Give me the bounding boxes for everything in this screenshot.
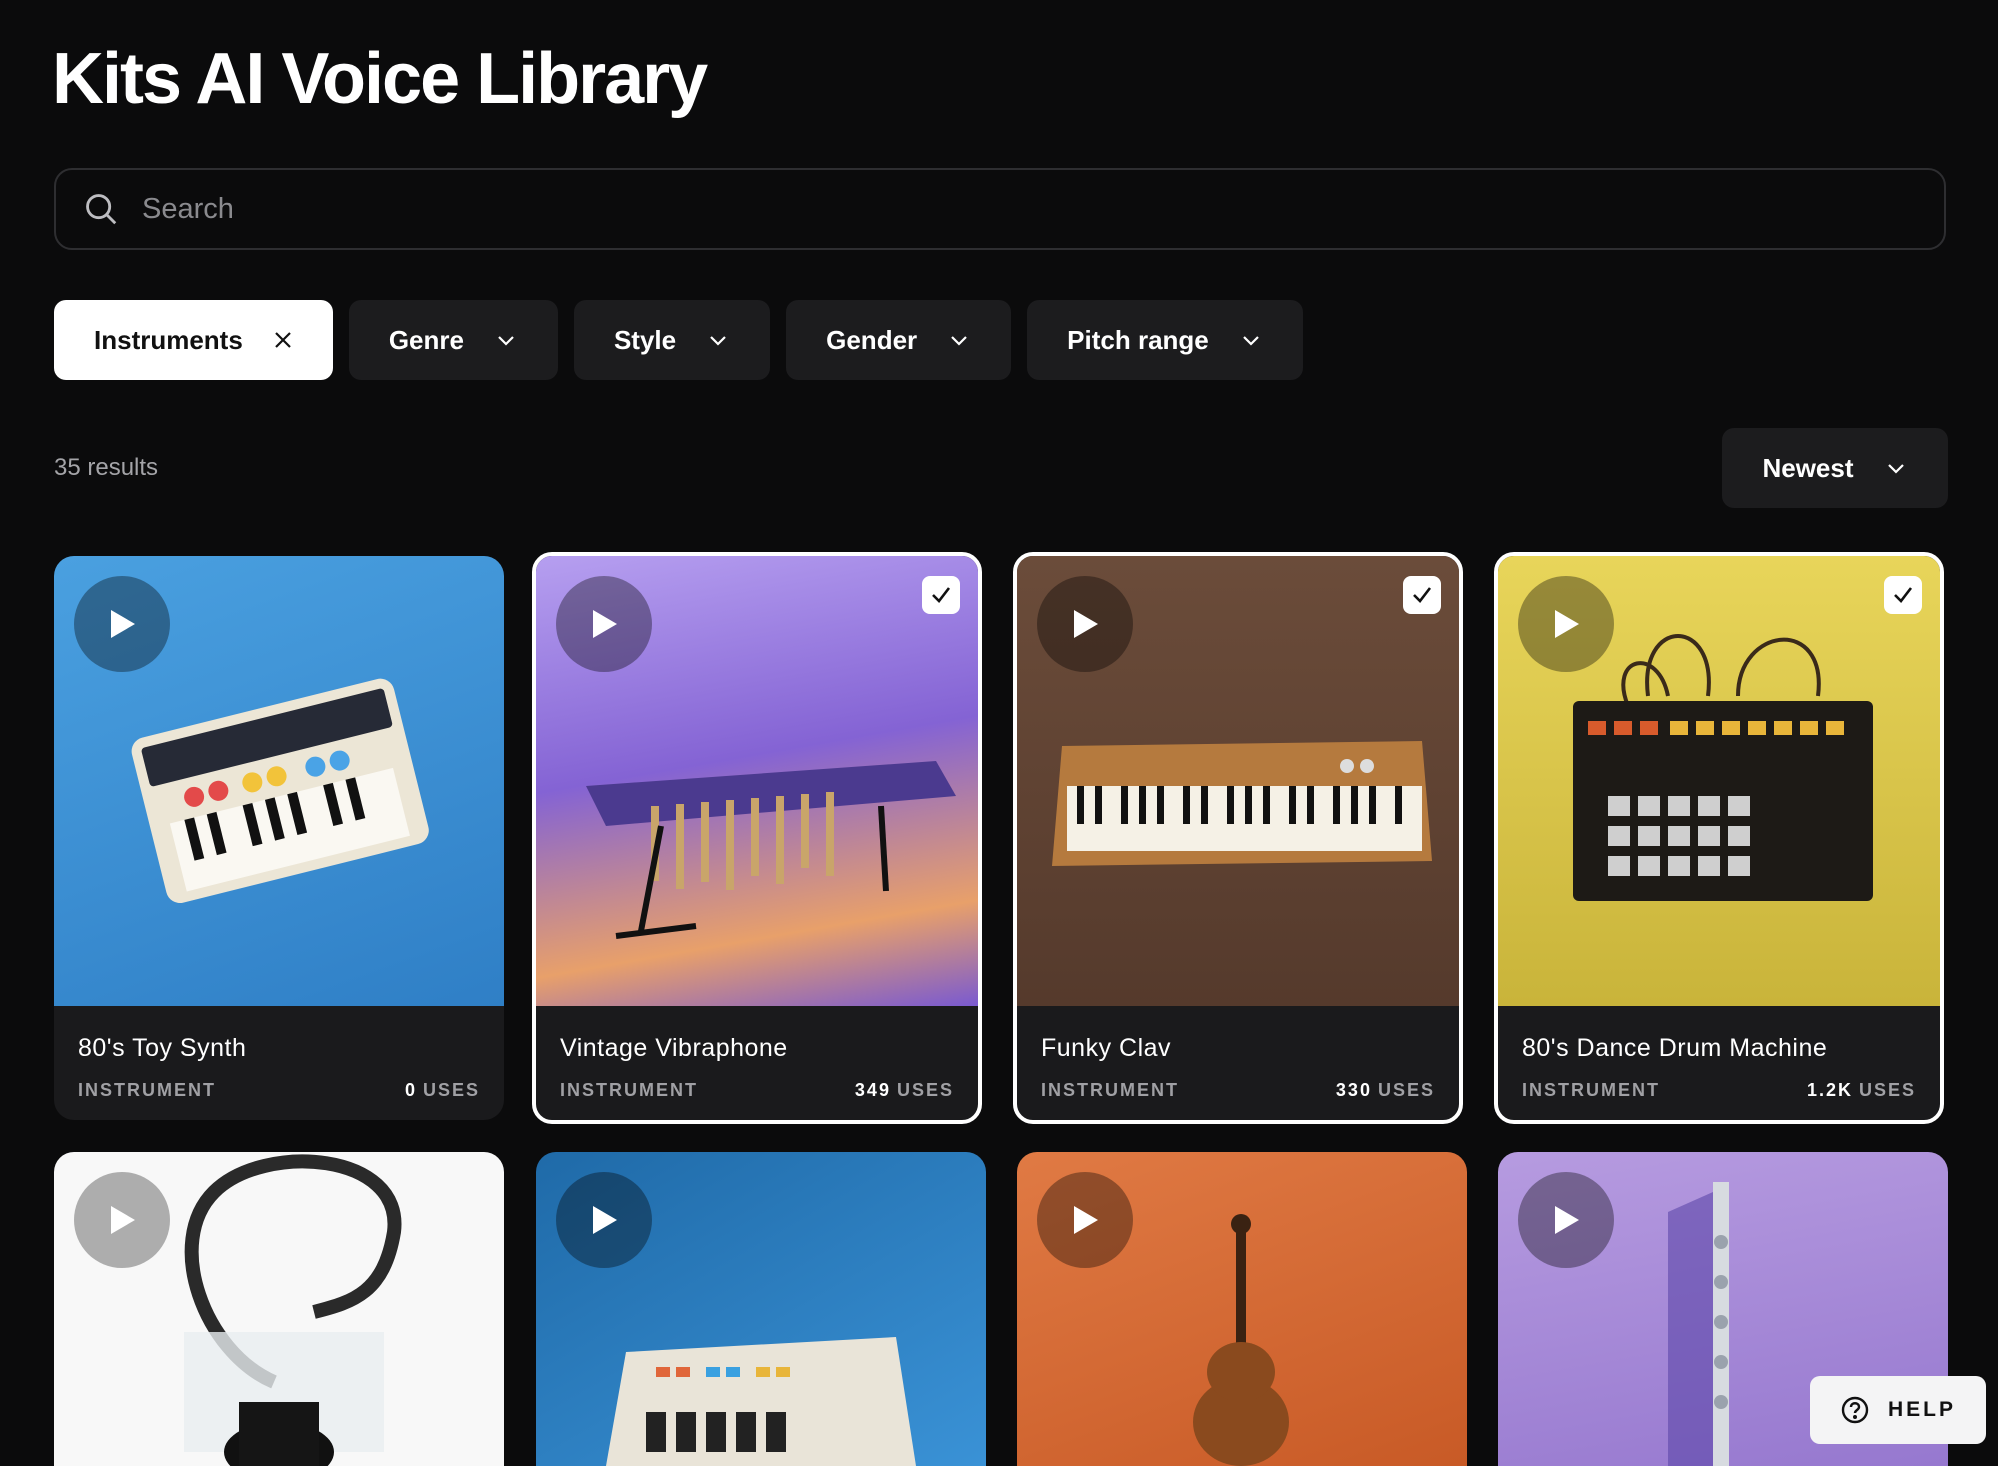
voice-card[interactable]: Vintage Vibraphone INSTRUMENT 349 USES xyxy=(532,552,982,1124)
card-title: Funky Clav xyxy=(1041,1034,1172,1062)
voice-card[interactable]: 80's Dance Drum Machine INSTRUMENT 1.2K U… xyxy=(1494,552,1944,1124)
filter-label: Genre xyxy=(388,324,464,355)
card-uses: 349 USES xyxy=(854,1080,954,1100)
filter-label: Gender xyxy=(826,324,918,355)
play-button[interactable] xyxy=(556,1172,652,1268)
voice-card[interactable]: Funky Clav INSTRUMENT 330 USES xyxy=(1013,552,1463,1124)
card-type: INSTRUMENT xyxy=(1041,1080,1179,1100)
results-count: 35 results xyxy=(54,454,159,481)
checkmark-icon xyxy=(932,587,951,603)
play-icon xyxy=(593,610,617,638)
card-type: INSTRUMENT xyxy=(1522,1080,1660,1100)
voice-card[interactable] xyxy=(1017,1152,1467,1466)
card-uses: 0 USES xyxy=(404,1080,480,1100)
selected-checkbox[interactable] xyxy=(922,576,960,614)
chevron-down-icon xyxy=(1242,336,1259,346)
filter-label: Instruments xyxy=(94,324,243,355)
card-uses: 330 USES xyxy=(1335,1080,1435,1100)
card-title: 80's Dance Drum Machine xyxy=(1522,1034,1828,1062)
play-icon xyxy=(1074,610,1098,638)
filter-bar: Instruments Genre Style Gender Pitch ran… xyxy=(54,300,1303,380)
filter-label: Style xyxy=(613,324,677,355)
selected-checkbox[interactable] xyxy=(1403,576,1441,614)
play-icon xyxy=(1074,1206,1098,1234)
card-title: 80's Toy Synth xyxy=(78,1034,247,1062)
play-button[interactable] xyxy=(556,576,652,672)
play-button[interactable] xyxy=(1518,1172,1614,1268)
play-icon xyxy=(1555,610,1579,638)
card-type: INSTRUMENT xyxy=(560,1080,698,1100)
card-title: Vintage Vibraphone xyxy=(560,1034,788,1062)
chevron-down-icon xyxy=(498,336,514,346)
voice-card[interactable] xyxy=(536,1152,986,1466)
sort-label: Newest xyxy=(1762,452,1854,483)
checkmark-icon xyxy=(1894,587,1913,603)
play-icon xyxy=(593,1206,617,1234)
filter-chip-genre[interactable]: Genre xyxy=(348,300,558,380)
play-button[interactable] xyxy=(1518,576,1614,672)
play-button[interactable] xyxy=(1037,576,1133,672)
filter-chip-gender[interactable]: Gender xyxy=(786,300,1012,380)
filter-chip-pitch-range[interactable]: Pitch range xyxy=(1027,300,1303,380)
help-icon xyxy=(1841,1396,1869,1424)
search-bar[interactable] xyxy=(54,168,1946,250)
card-type: INSTRUMENT xyxy=(78,1080,216,1100)
play-icon xyxy=(1555,1206,1579,1234)
search-input[interactable] xyxy=(140,191,1944,227)
chevron-down-icon xyxy=(710,336,726,346)
chevron-down-icon xyxy=(1887,464,1904,474)
card-uses: 1.2K USES xyxy=(1806,1080,1916,1100)
filter-chip-instruments[interactable]: Instruments xyxy=(54,300,333,380)
checkmark-icon xyxy=(1413,587,1432,603)
page-title: Kits AI Voice Library xyxy=(52,39,708,119)
play-button[interactable] xyxy=(1037,1172,1133,1268)
close-icon[interactable] xyxy=(273,330,293,350)
play-icon xyxy=(111,1206,135,1234)
voice-card[interactable]: 80's Toy Synth INSTRUMENT 0 USES xyxy=(54,556,504,1120)
help-button[interactable]: HELP xyxy=(1810,1376,1986,1444)
play-button[interactable] xyxy=(74,1172,170,1268)
play-button[interactable] xyxy=(74,576,170,672)
help-label: HELP xyxy=(1887,1398,1956,1421)
filter-label: Pitch range xyxy=(1067,324,1209,355)
selected-checkbox[interactable] xyxy=(1884,576,1922,614)
search-icon xyxy=(86,194,117,225)
chevron-down-icon xyxy=(951,336,967,346)
sort-dropdown[interactable]: Newest xyxy=(1722,428,1948,508)
voice-card[interactable] xyxy=(54,1152,504,1466)
filter-chip-style[interactable]: Style xyxy=(573,300,771,380)
play-icon xyxy=(111,610,135,638)
